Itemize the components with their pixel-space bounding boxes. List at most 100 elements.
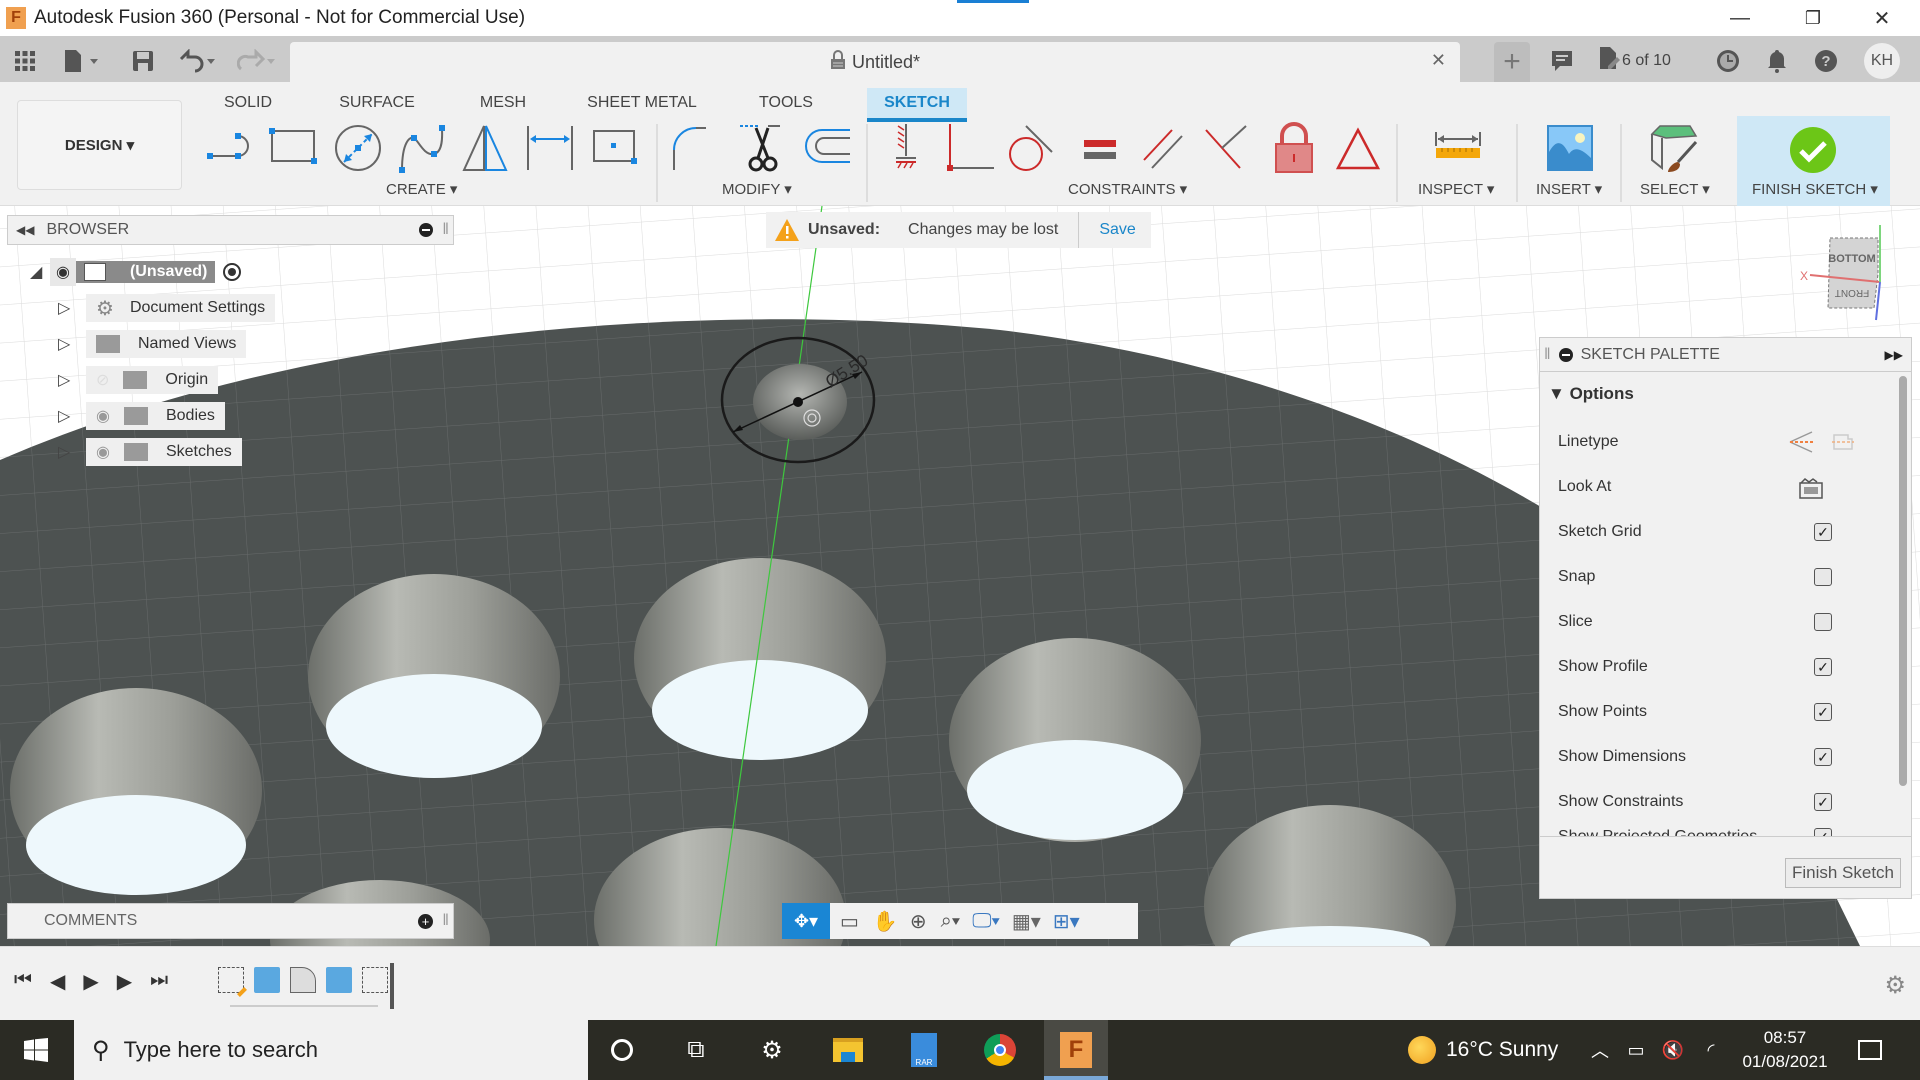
zoom-icon[interactable]: ⊕ bbox=[910, 909, 927, 934]
weather-text[interactable]: 16°C Sunny bbox=[1446, 1020, 1586, 1080]
notifications-bell-icon[interactable] bbox=[1762, 46, 1792, 76]
minimize-panel-icon[interactable] bbox=[419, 223, 433, 237]
comments-icon[interactable] bbox=[1546, 46, 1578, 76]
lock-constraint-icon[interactable] bbox=[1268, 122, 1320, 174]
expanded-triangle-icon[interactable]: ◢ bbox=[30, 262, 50, 282]
inspect-menu[interactable]: INSPECT ▾ bbox=[1418, 180, 1494, 198]
clock[interactable]: 08:57 01/08/2021 bbox=[1730, 1026, 1840, 1074]
panel-grip-icon[interactable]: ‖ bbox=[442, 221, 449, 239]
triangle-constraint-icon[interactable] bbox=[1332, 122, 1384, 174]
measure-ruler-icon[interactable] bbox=[1432, 122, 1484, 174]
perpendicular-constraint-icon[interactable] bbox=[944, 122, 996, 174]
select-menu[interactable]: SELECT ▾ bbox=[1640, 180, 1710, 198]
volume-muted-icon[interactable]: 🔇 bbox=[1656, 1020, 1690, 1080]
centerline-linetype-icon[interactable] bbox=[1830, 429, 1856, 455]
finish-sketch-button[interactable]: FINISH SKETCH ▾ bbox=[1737, 116, 1890, 206]
timeline-marker[interactable] bbox=[390, 963, 394, 1009]
fit-window-icon[interactable]: ⌕▾ bbox=[941, 910, 961, 933]
restore-button[interactable]: ❐ bbox=[1783, 0, 1843, 36]
tab-mesh[interactable]: MESH bbox=[468, 88, 538, 118]
minimize-button[interactable]: — bbox=[1710, 0, 1770, 36]
spline-tool-icon[interactable] bbox=[396, 122, 448, 174]
sketch-grid-checkbox[interactable]: ✓ bbox=[1814, 523, 1832, 541]
trim-scissors-icon[interactable] bbox=[738, 122, 790, 174]
timeline-fillet-icon[interactable] bbox=[290, 967, 316, 993]
panel-grip-icon[interactable]: ‖ bbox=[1544, 346, 1551, 364]
workspace-switcher[interactable]: DESIGN ▾ bbox=[17, 100, 182, 190]
go-to-end-icon[interactable]: ⏭ bbox=[150, 969, 168, 994]
timeline-sketch-icon[interactable] bbox=[362, 967, 388, 993]
step-back-icon[interactable]: ◀ bbox=[50, 969, 65, 994]
go-to-start-icon[interactable]: ⏮ bbox=[14, 969, 32, 994]
line-tool-icon[interactable] bbox=[204, 122, 256, 174]
show-projected-geometries-checkbox[interactable]: ✓ bbox=[1814, 828, 1832, 836]
constraints-menu[interactable]: CONSTRAINTS ▾ bbox=[1068, 180, 1187, 198]
sketch-dimension-tool-icon[interactable] bbox=[524, 122, 576, 174]
notification-center-icon[interactable] bbox=[1840, 1020, 1900, 1080]
wifi-icon[interactable]: ◜ bbox=[1694, 1020, 1728, 1080]
new-tab-button[interactable]: + bbox=[1494, 42, 1530, 82]
hidden-eye-icon[interactable]: ⊘ bbox=[96, 370, 109, 390]
close-tab-button[interactable]: ✕ bbox=[1431, 50, 1446, 71]
options-section-header[interactable]: ▼ Options bbox=[1548, 384, 1634, 404]
look-at-nav-icon[interactable]: ▭ bbox=[840, 909, 859, 934]
visibility-eye-icon[interactable]: ◉ bbox=[96, 442, 110, 462]
data-panel-grid-icon[interactable] bbox=[8, 46, 42, 76]
version-button[interactable]: 6 of 10 bbox=[1598, 46, 1684, 76]
selection-brush-icon[interactable] bbox=[1648, 122, 1700, 174]
expand-triangle-icon[interactable]: ▷ bbox=[58, 442, 86, 462]
browser-item-origin[interactable]: ▷ ⊘ Origin bbox=[58, 366, 219, 394]
rectangle-tool-icon[interactable] bbox=[266, 122, 318, 174]
snap-checkbox[interactable] bbox=[1814, 568, 1832, 586]
slice-checkbox[interactable] bbox=[1814, 613, 1832, 631]
timeline-extrude-icon[interactable] bbox=[326, 967, 352, 993]
circle-tool-icon[interactable] bbox=[332, 122, 384, 174]
file-explorer-icon[interactable] bbox=[816, 1020, 880, 1080]
settings-gear-icon[interactable]: ⚙ bbox=[740, 1020, 804, 1080]
fillet-tool-icon[interactable] bbox=[670, 122, 722, 174]
construction-linetype-icon[interactable] bbox=[1788, 429, 1816, 455]
redo-button[interactable] bbox=[236, 46, 282, 76]
timeline-sketch-icon[interactable] bbox=[218, 967, 247, 997]
user-avatar[interactable]: KH bbox=[1864, 43, 1900, 79]
grid-settings-icon[interactable]: ▦▾ bbox=[1012, 909, 1041, 934]
tab-solid[interactable]: SOLID bbox=[210, 88, 286, 118]
cortana-icon[interactable] bbox=[590, 1020, 654, 1080]
close-window-button[interactable]: ✕ bbox=[1852, 0, 1912, 36]
save-icon[interactable] bbox=[128, 46, 158, 76]
file-menu-button[interactable] bbox=[58, 46, 106, 76]
taskbar-search-box[interactable]: ⚲ Type here to search bbox=[74, 1020, 588, 1080]
winrar-icon[interactable]: RAR bbox=[892, 1020, 956, 1080]
viewports-icon[interactable]: ⊞▾ bbox=[1053, 909, 1080, 934]
battery-icon[interactable]: ▭ bbox=[1618, 1020, 1654, 1080]
help-icon[interactable]: ? bbox=[1810, 46, 1842, 76]
task-view-icon[interactable]: ⧉ bbox=[664, 1020, 728, 1080]
show-profile-checkbox[interactable]: ✓ bbox=[1814, 658, 1832, 676]
point-tool-icon[interactable] bbox=[588, 122, 640, 174]
parallel-constraint-icon[interactable] bbox=[1138, 122, 1190, 174]
display-settings-icon[interactable]: 🖵▾ bbox=[972, 910, 1000, 933]
tangent-constraint-icon[interactable] bbox=[1006, 122, 1058, 174]
minimize-palette-icon[interactable] bbox=[1558, 347, 1573, 362]
visibility-eye-icon[interactable]: ◉ bbox=[96, 406, 110, 426]
expand-triangle-icon[interactable]: ▷ bbox=[58, 298, 86, 318]
collapse-browser-icon[interactable]: ◀◀ bbox=[16, 223, 34, 237]
fusion360-taskbar-icon[interactable]: F bbox=[1044, 1020, 1108, 1080]
browser-item-sketches[interactable]: ▷ ◉ Sketches bbox=[58, 438, 242, 466]
expand-triangle-icon[interactable]: ▷ bbox=[58, 334, 86, 354]
play-icon[interactable]: ▶ bbox=[83, 969, 98, 994]
browser-item-named-views[interactable]: ▷ Named Views bbox=[58, 330, 247, 358]
tab-tools[interactable]: TOOLS bbox=[746, 88, 826, 118]
show-points-checkbox[interactable]: ✓ bbox=[1814, 703, 1832, 721]
modify-menu[interactable]: MODIFY ▾ bbox=[722, 180, 792, 198]
timeline-extrude-icon[interactable] bbox=[254, 967, 280, 993]
show-constraints-checkbox[interactable]: ✓ bbox=[1814, 793, 1832, 811]
insert-menu[interactable]: INSERT ▾ bbox=[1536, 180, 1602, 198]
equal-constraint-icon[interactable] bbox=[1074, 122, 1126, 174]
fix-constraint-icon[interactable] bbox=[880, 122, 932, 174]
tab-surface[interactable]: SURFACE bbox=[328, 88, 426, 118]
orbit-tool-icon[interactable]: ✥▾ bbox=[782, 903, 830, 939]
panel-grip-icon[interactable]: ‖ bbox=[442, 912, 449, 930]
browser-item-bodies[interactable]: ▷ ◉ Bodies bbox=[58, 402, 225, 430]
undo-button[interactable] bbox=[176, 46, 222, 76]
